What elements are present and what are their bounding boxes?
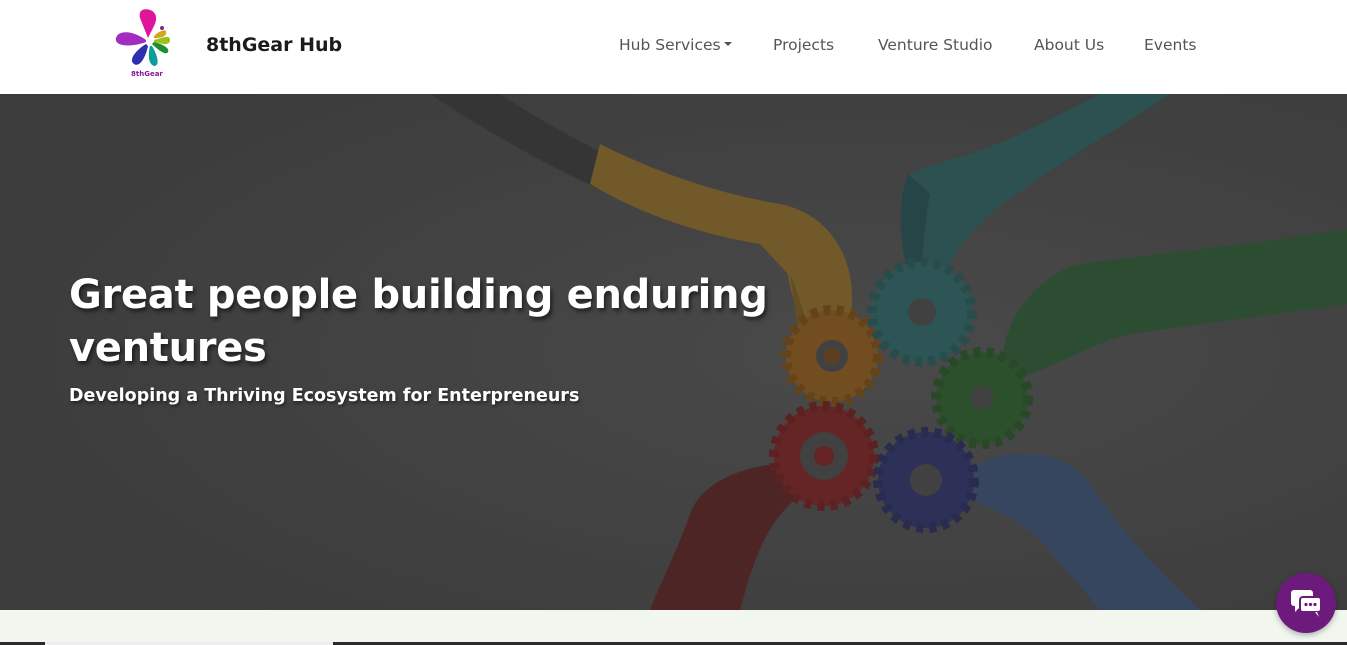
chat-button[interactable] [1276,573,1336,633]
hero-banner: Great people building enduring ventures … [0,94,1347,610]
logo-text: 8thGear [131,70,163,78]
nav-projects[interactable]: Projects [773,36,834,54]
main-nav: Hub Services Projects Venture Studio Abo… [0,36,1347,58]
site-header: 8thGear 8thGear Hub Hub Services Project… [0,0,1347,94]
nav-hub-services-label: Hub Services [619,36,721,54]
hero-title: Great people building enduring ventures [69,272,768,371]
nav-hub-services[interactable]: Hub Services [619,36,732,54]
nav-about-us[interactable]: About Us [1034,36,1104,54]
nav-events[interactable]: Events [1144,36,1196,54]
hero-subtitle: Developing a Thriving Ecosystem for Ente… [69,386,580,406]
next-section-strip [0,610,1347,645]
caret-down-icon [723,42,732,46]
chat-bubbles-icon [1291,590,1322,617]
nav-venture-studio[interactable]: Venture Studio [878,36,993,54]
